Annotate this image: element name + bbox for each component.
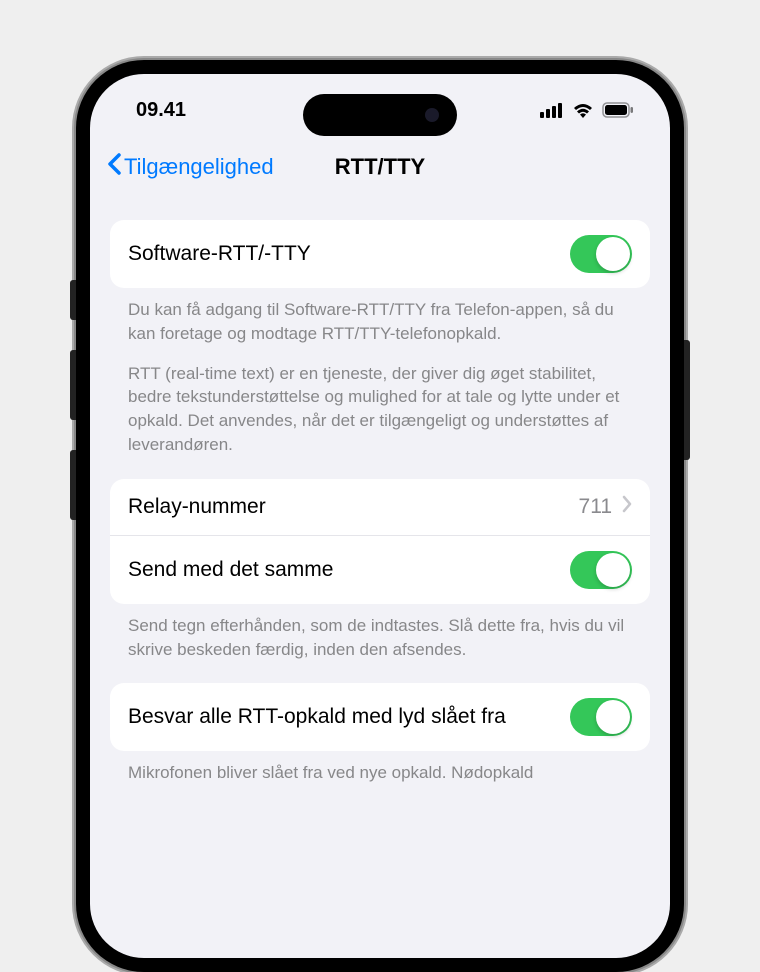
cell-software-rtt[interactable]: Software-RTT/-TTY: [110, 220, 650, 288]
settings-group: Besvar alle RTT-opkald med lyd slået fra…: [110, 683, 650, 785]
battery-icon: [602, 102, 634, 118]
wifi-icon: [572, 102, 594, 118]
cell-answer-muted[interactable]: Besvar alle RTT-opkald med lyd slået fra: [110, 683, 650, 751]
nav-bar: Tilgængelighed RTT/TTY: [90, 138, 670, 200]
toggle-software-rtt[interactable]: [570, 235, 632, 273]
group-footer: Mikrofonen bliver slået fra ved nye opka…: [110, 751, 650, 785]
cell-send-immediately[interactable]: Send med det samme: [110, 535, 650, 604]
back-button[interactable]: Tilgængelighed: [106, 152, 274, 182]
back-label: Tilgængelighed: [124, 154, 274, 180]
chevron-right-icon: [622, 495, 632, 519]
phone-frame: 09.41 Tilgængelighed RTT/TTY: [76, 60, 684, 972]
group-footer: Du kan få adgang til Software-RTT/TTY fr…: [110, 288, 650, 457]
cellular-icon: [540, 102, 564, 118]
status-time: 09.41: [136, 99, 186, 122]
toggle-answer-muted[interactable]: [570, 698, 632, 736]
cell-label: Relay-nummer: [128, 495, 579, 519]
toggle-send-immediately[interactable]: [570, 551, 632, 589]
page-title: RTT/TTY: [335, 154, 425, 180]
dynamic-island: [303, 94, 457, 136]
cell-value: 711: [579, 495, 612, 519]
chevron-left-icon: [106, 152, 122, 182]
cell-label: Send med det samme: [128, 558, 570, 582]
cell-label: Besvar alle RTT-opkald med lyd slået fra: [128, 705, 570, 729]
settings-group: Software-RTT/-TTY Du kan få adgang til S…: [110, 220, 650, 457]
screen: 09.41 Tilgængelighed RTT/TTY: [90, 74, 670, 958]
cell-relay-number[interactable]: Relay-nummer 711: [110, 479, 650, 535]
settings-group: Relay-nummer 711 Send med det samme: [110, 479, 650, 662]
cell-label: Software-RTT/-TTY: [128, 242, 570, 266]
group-footer: Send tegn efterhånden, som de indtastes.…: [110, 604, 650, 662]
content: Software-RTT/-TTY Du kan få adgang til S…: [90, 220, 670, 785]
